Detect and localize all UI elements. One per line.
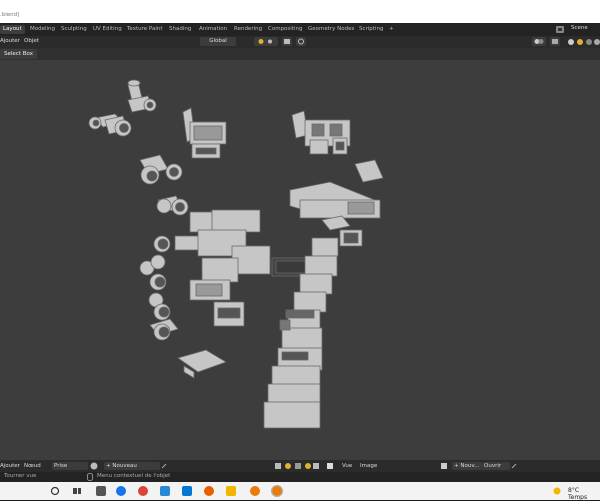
xray-button[interactable]: [550, 37, 560, 46]
proportional-edit-button[interactable]: [296, 37, 306, 46]
pivot-icon: [258, 39, 272, 44]
os-taskbar: 8°C Temps: [0, 482, 600, 501]
material-sphere-icon[interactable]: [89, 462, 99, 470]
duct-plate-bottom[interactable]: [177, 349, 227, 379]
bottom-menu-node[interactable]: Nœud: [24, 463, 41, 469]
pin-icon[interactable]: [160, 462, 168, 470]
edge-icon[interactable]: [116, 486, 126, 496]
tab-geometry-nodes[interactable]: Geometry Nodes: [305, 25, 357, 34]
duct-cluster-top[interactable]: [182, 107, 227, 159]
tab-scripting[interactable]: Scripting: [356, 25, 386, 34]
status-bar: Tourner vue Menu contextuel de l'objet: [0, 472, 600, 482]
snap-button[interactable]: [282, 37, 292, 46]
menu-add[interactable]: Ajouter: [0, 38, 20, 44]
duct-stair-run[interactable]: [263, 255, 338, 429]
pipe-ring-stack[interactable]: [139, 235, 179, 341]
mail-icon[interactable]: [182, 486, 192, 496]
duct-cluster-right[interactable]: [291, 110, 351, 155]
tab-shading[interactable]: Shading: [166, 25, 194, 34]
window-title: .blend]: [0, 12, 20, 18]
menu-object[interactable]: Objet: [24, 38, 39, 44]
blender-active-icon[interactable]: [271, 485, 283, 497]
tab-compositing[interactable]: Compositing: [265, 25, 305, 34]
blender-icon[interactable]: [250, 486, 260, 496]
task-view-icon[interactable]: [72, 486, 82, 496]
pivot-point-button[interactable]: [254, 37, 278, 46]
viewport-header: Ajouter Objet Global: [0, 36, 600, 48]
bottom-menu-image[interactable]: Image: [360, 463, 377, 469]
firefox-icon[interactable]: [204, 486, 214, 496]
title-bar: .blend]: [0, 10, 600, 23]
bottom-editor-header: Ajouter Nœud Prise + Nouveau Vue Image +…: [0, 460, 600, 472]
tab-modeling[interactable]: Modeling: [27, 25, 58, 34]
transform-orientation-label: Global: [209, 38, 227, 44]
status-context-menu: Menu contextuel de l'objet: [97, 473, 171, 479]
taskbar-app-icon-1[interactable]: [96, 486, 106, 496]
tab-rendering[interactable]: Rendering: [231, 25, 265, 34]
store-icon[interactable]: [160, 486, 170, 496]
tab-layout[interactable]: Layout: [0, 25, 25, 34]
duct-stack-center[interactable]: [174, 209, 315, 327]
3d-viewport[interactable]: [0, 60, 600, 460]
pin-icon-right[interactable]: [510, 462, 518, 470]
mouse-right-icon: [87, 473, 93, 481]
workspace-tab-bar: Layout Modeling Sculpting UV Editing Tex…: [0, 23, 600, 36]
overlay-icon: [534, 39, 544, 44]
tab-animation[interactable]: Animation: [196, 25, 230, 34]
search-icon[interactable]: [50, 486, 60, 496]
chrome-icon[interactable]: [138, 486, 148, 496]
tab-texture-paint[interactable]: Texture Paint: [124, 25, 166, 34]
new-material-button[interactable]: + Nouveau: [104, 462, 160, 470]
tool-settings-bar: Select Box: [0, 48, 600, 60]
tab-uv-editing[interactable]: UV Editing: [90, 25, 125, 34]
proportional-edit-icon: [298, 38, 304, 45]
tab-sculpting[interactable]: Sculpting: [58, 25, 90, 34]
viewport-canvas[interactable]: [0, 60, 600, 460]
image-editor-icon[interactable]: [326, 462, 334, 470]
duct-assembly-right[interactable]: [289, 159, 384, 257]
viewport-overlay-button[interactable]: [532, 37, 546, 46]
bottom-menu-add[interactable]: Ajouter: [0, 463, 20, 469]
shading-mode-icons[interactable]: [566, 37, 600, 47]
new-image-button[interactable]: + Nouv...: [452, 462, 482, 470]
open-image-button[interactable]: Ouvrir: [482, 462, 510, 470]
weather-text: 8°C Temps: [568, 487, 588, 501]
status-rotate-view: Tourner vue: [4, 473, 37, 479]
file-explorer-icon[interactable]: [226, 486, 236, 496]
transform-orientation-dropdown[interactable]: Global: [200, 37, 236, 46]
weather-sun-icon: [553, 487, 561, 495]
overlay-toggle-icons[interactable]: [274, 462, 320, 470]
pipe-elbow-group[interactable]: [88, 79, 157, 137]
snap-icon: [284, 39, 290, 44]
take-field[interactable]: Prise: [52, 462, 88, 470]
bottom-menu-view[interactable]: Vue: [342, 463, 352, 469]
image-browse-icon[interactable]: [440, 462, 448, 470]
select-box-tool[interactable]: Select Box: [0, 49, 37, 59]
add-workspace-button[interactable]: +: [386, 25, 397, 34]
xray-icon: [552, 39, 558, 44]
scene-selector[interactable]: Scene: [571, 25, 588, 31]
pipe-bend-group[interactable]: [139, 154, 189, 216]
scene-icon[interactable]: [555, 25, 565, 34]
